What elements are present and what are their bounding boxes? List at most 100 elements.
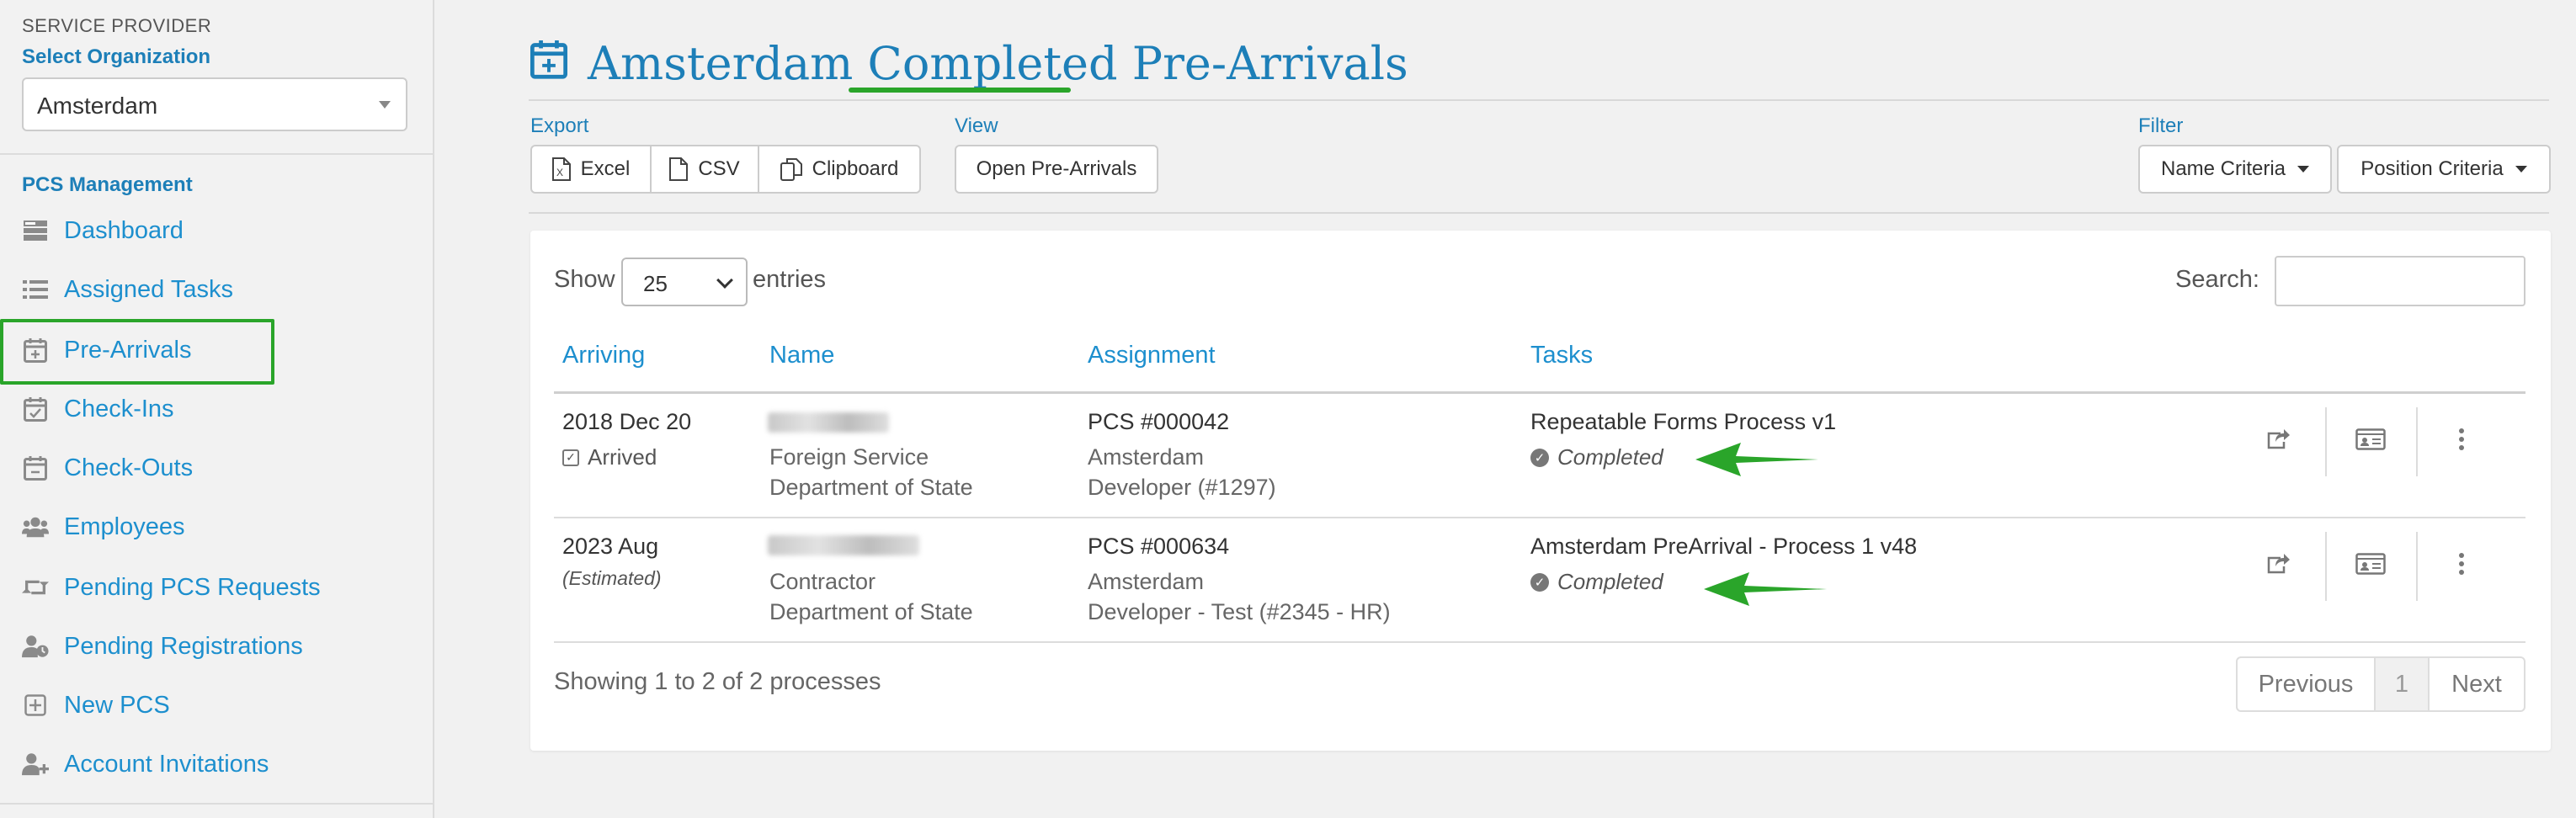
pcs-management-title: PCS Management xyxy=(22,173,193,196)
clipboard-button[interactable]: Clipboard xyxy=(758,145,921,194)
check-square-icon: ✓ xyxy=(562,449,579,466)
row-divider xyxy=(554,517,2525,518)
sidebar-item-pending-registrations[interactable]: Pending Registrations xyxy=(22,625,303,667)
active-item-highlight xyxy=(0,319,274,385)
pcs-number: PCS #000634 xyxy=(1088,534,1230,559)
share-icon[interactable] xyxy=(2261,547,2295,581)
pagination-page-1[interactable]: 1 xyxy=(2374,656,2430,712)
sidebar-item-check-outs[interactable]: Check-Outs xyxy=(22,447,193,489)
column-header-assignment[interactable]: Assignment xyxy=(1088,342,1216,369)
sidebar-item-label: Dashboard xyxy=(64,216,184,244)
id-card-icon[interactable] xyxy=(2354,547,2387,581)
select-organization-label: Select Organization xyxy=(22,45,211,68)
task-status-label: Completed xyxy=(1557,444,1663,470)
name-category: Foreign Service xyxy=(769,444,929,470)
caret-down-icon xyxy=(379,101,391,109)
title-highlight-underline xyxy=(849,88,1071,93)
column-header-arriving[interactable]: Arriving xyxy=(562,342,645,369)
share-icon[interactable] xyxy=(2261,422,2295,456)
sidebar-item-pending-pcs-requests[interactable]: Pending PCS Requests xyxy=(22,566,321,608)
arriving-date: 2018 Dec 20 xyxy=(562,409,692,434)
name-criteria-label: Name Criteria xyxy=(2160,157,2286,180)
chevron-down-icon xyxy=(716,272,733,289)
column-header-tasks[interactable]: Tasks xyxy=(1530,342,1593,369)
entries-per-page-value: 25 xyxy=(643,271,668,296)
csv-button[interactable]: CSV xyxy=(650,145,759,194)
table-info: Showing 1 to 2 of 2 processes xyxy=(554,668,881,695)
caret-down-icon xyxy=(2515,166,2527,173)
action-divider xyxy=(2416,407,2418,476)
green-arrow-icon xyxy=(1695,443,1818,476)
sidebar-item-account-invitations[interactable]: Account Invitations xyxy=(22,743,269,785)
action-divider xyxy=(2325,407,2327,476)
calendar-minus-icon xyxy=(22,454,49,481)
check-circle-icon: ✓ xyxy=(1530,448,1549,467)
more-vertical-icon[interactable] xyxy=(2445,547,2478,581)
sidebar-item-label: Pending PCS Requests xyxy=(64,573,321,601)
calendar-check-icon xyxy=(22,396,49,422)
search-label: Search: xyxy=(2175,266,2259,293)
task-name: Amsterdam PreArrival - Process 1 v48 xyxy=(1530,534,1918,559)
caret-down-icon xyxy=(2297,166,2310,173)
sidebar-item-label: Check-Outs xyxy=(64,454,194,481)
retweet-icon xyxy=(22,574,49,601)
check-circle-icon: ✓ xyxy=(1530,572,1549,592)
list-icon xyxy=(22,276,49,303)
task-name: Repeatable Forms Process v1 xyxy=(1530,409,1837,434)
task-status: ✓ Completed xyxy=(1530,444,1663,470)
sidebar-divider xyxy=(0,803,434,805)
copy-icon xyxy=(780,157,802,181)
sidebar-item-check-ins[interactable]: Check-Ins xyxy=(22,388,174,430)
sidebar-item-label: New PCS xyxy=(64,691,170,719)
assignment-position: Developer (#1297) xyxy=(1088,475,1276,500)
redacted-name xyxy=(768,412,889,433)
file-csv-icon xyxy=(669,157,689,181)
pcs-number: PCS #000042 xyxy=(1088,409,1230,434)
excel-button[interactable]: X Excel xyxy=(530,145,652,194)
export-label: Export xyxy=(530,114,589,137)
page-title-prefix: Amsterdam xyxy=(588,37,854,90)
search-input[interactable] xyxy=(2275,256,2525,306)
id-card-icon[interactable] xyxy=(2354,422,2387,456)
pagination-previous[interactable]: Previous xyxy=(2236,656,2376,712)
sidebar-item-assigned-tasks[interactable]: Assigned Tasks xyxy=(22,268,233,311)
arriving-date: 2023 Aug xyxy=(562,534,659,559)
entries-label: entries xyxy=(753,266,827,293)
calendar-plus-icon xyxy=(530,37,567,90)
show-label: Show xyxy=(554,266,615,293)
more-vertical-icon[interactable] xyxy=(2445,422,2478,456)
name-department: Department of State xyxy=(769,475,973,500)
sidebar-item-employees[interactable]: Employees xyxy=(22,506,184,548)
page-title: Amsterdam Completed Pre-Arrivals xyxy=(530,37,1408,90)
task-status: ✓ Completed xyxy=(1530,569,1663,595)
arriving-estimated: (Estimated) xyxy=(562,567,662,589)
row-divider xyxy=(554,641,2525,643)
name-criteria-dropdown[interactable]: Name Criteria xyxy=(2138,145,2332,194)
dashboard-icon xyxy=(22,217,49,244)
action-divider xyxy=(2325,532,2327,601)
svg-text:X: X xyxy=(556,167,563,178)
page-title-highlight: Completed xyxy=(867,37,1118,90)
position-criteria-label: Position Criteria xyxy=(2360,157,2504,180)
name-category: Contractor xyxy=(769,569,876,594)
sidebar-item-label: Employees xyxy=(64,513,185,540)
organization-select[interactable]: Amsterdam xyxy=(22,77,407,131)
sidebar-item-dashboard[interactable]: Dashboard xyxy=(22,210,184,252)
position-criteria-dropdown[interactable]: Position Criteria xyxy=(2337,145,2551,194)
assignment-location: Amsterdam xyxy=(1088,444,1205,470)
view-label: View xyxy=(955,114,998,137)
green-arrow-icon xyxy=(1704,572,1827,606)
page-title-suffix: Pre-Arrivals xyxy=(1131,37,1408,90)
sidebar-item-label: Check-Ins xyxy=(64,395,174,422)
pagination-next[interactable]: Next xyxy=(2428,656,2525,712)
column-header-name[interactable]: Name xyxy=(769,342,834,369)
file-excel-icon: X xyxy=(551,157,571,181)
entries-per-page-select[interactable]: 25 xyxy=(621,258,748,306)
open-pre-arrivals-button[interactable]: Open Pre-Arrivals xyxy=(955,145,1158,194)
sidebar-item-label: Assigned Tasks xyxy=(64,275,233,303)
user-clock-icon xyxy=(22,633,49,660)
arrived-status: ✓ Arrived xyxy=(562,444,657,470)
sidebar-item-new-pcs[interactable]: New PCS xyxy=(22,684,170,726)
service-provider-label: SERVICE PROVIDER xyxy=(22,15,212,36)
users-icon xyxy=(22,513,49,540)
